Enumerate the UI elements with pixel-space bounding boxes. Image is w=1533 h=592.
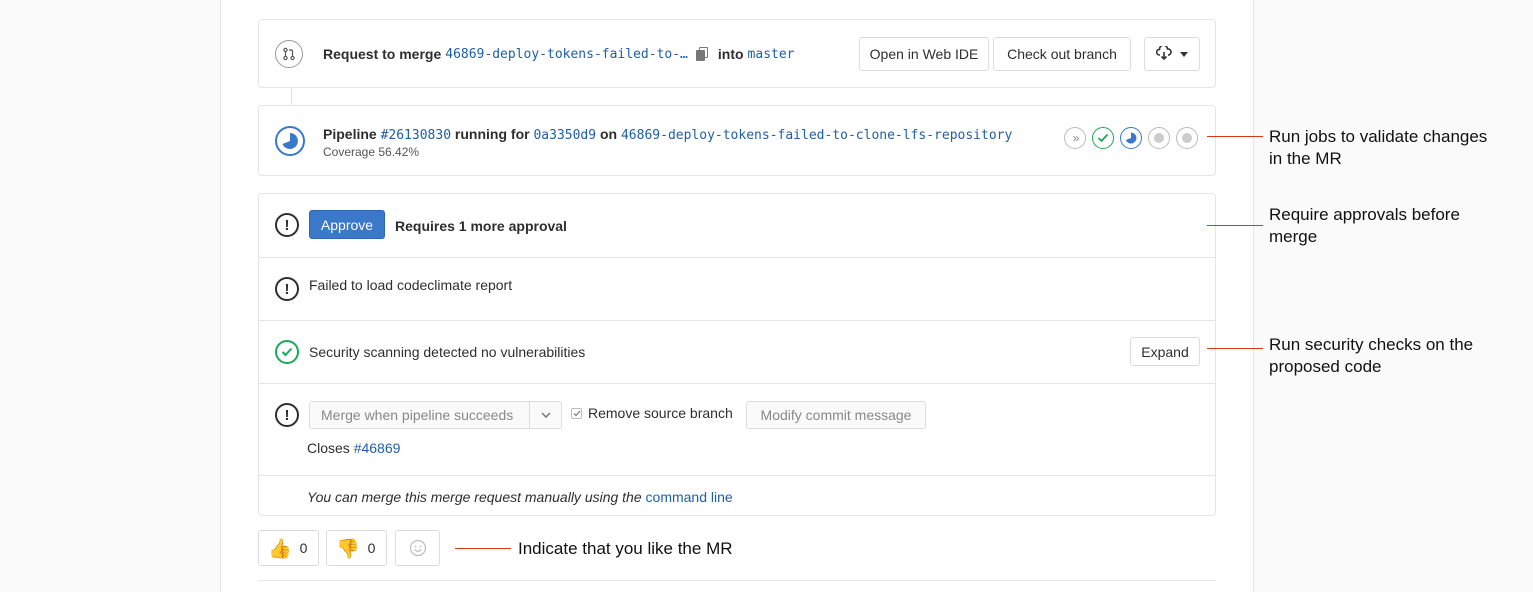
warning-icon: ! (275, 403, 299, 427)
merge-row: ! Merge when pipeline succeeds Remove so… (259, 383, 1215, 475)
thumbs-up-button[interactable]: 👍 0 (258, 530, 319, 566)
download-icon (1155, 43, 1172, 63)
annotation-line-approval (1207, 225, 1263, 226)
checkmark-icon (573, 410, 580, 417)
target-branch-link[interactable]: master (748, 47, 795, 62)
coverage-text: Coverage 56.42% (323, 145, 420, 159)
thumbs-down-icon: 👎 (336, 537, 360, 560)
thumbs-up-count: 0 (299, 540, 308, 556)
pipeline-branch-link[interactable]: 46869-deploy-tokens-failed-to-clone-lfs-… (621, 128, 1012, 143)
add-reaction-button[interactable] (395, 530, 440, 566)
stage-skipped-icon[interactable]: » (1064, 127, 1086, 149)
on-label: on (599, 126, 618, 142)
stage-running-icon[interactable] (1120, 127, 1142, 149)
thumbs-up-icon: 👍 (268, 537, 292, 560)
merge-dropdown-toggle[interactable] (529, 402, 561, 428)
bottom-divider (258, 580, 1216, 581)
pipeline-card: Pipeline #26130830 running for 0a3350d9 … (258, 105, 1216, 176)
approval-requirement-text: Requires 1 more approval (395, 218, 567, 234)
merge-button-label: Merge when pipeline succeeds (321, 407, 514, 423)
smiley-icon (409, 539, 426, 557)
pipeline-label: Pipeline (323, 126, 377, 142)
source-branch-link[interactable]: 46869-deploy-tokens-failed-to-… (445, 47, 688, 62)
annotation-security: Run security checks on the proposed code (1269, 335, 1474, 376)
annotation-reactions: Indicate that you like the MR (518, 539, 733, 558)
approval-row: ! Approve Requires 1 more approval (259, 194, 1215, 257)
annotation-line-reactions (455, 548, 511, 549)
approve-button[interactable]: Approve (309, 210, 385, 239)
stage-passed-icon[interactable] (1092, 127, 1114, 149)
stage-created-icon[interactable] (1148, 127, 1170, 149)
success-check-icon (275, 340, 299, 364)
mr-widget-card: ! Approve Requires 1 more approval ! Fai… (258, 193, 1216, 516)
security-row: Security scanning detected no vulnerabil… (259, 320, 1215, 383)
connector-line (291, 88, 292, 105)
annotation-pipeline: Run jobs to validate changes in the MR (1269, 127, 1488, 168)
pipeline-stages: » (1064, 126, 1204, 150)
command-line-link[interactable]: command line (646, 489, 733, 505)
annotation-line-pipeline (1207, 136, 1263, 137)
modify-commit-message-button[interactable]: Modify commit message (746, 401, 926, 429)
manual-merge-row: You can merge this merge request manuall… (259, 475, 1215, 516)
commit-sha-link[interactable]: 0a3350d9 (533, 128, 596, 143)
codeclimate-text: Failed to load codeclimate report (309, 277, 513, 293)
manual-merge-text: You can merge this merge request manuall… (307, 489, 733, 505)
stage-created-icon[interactable] (1176, 127, 1198, 149)
annotation-line-security (1207, 348, 1263, 349)
expand-button[interactable]: Expand (1130, 337, 1200, 366)
warning-icon: ! (275, 213, 299, 237)
chevron-down-icon (540, 412, 551, 418)
remove-source-branch-checkbox[interactable] (571, 408, 582, 419)
codeclimate-row: ! Failed to load codeclimate report (259, 257, 1215, 320)
remove-source-branch-label[interactable]: Remove source branch (588, 405, 733, 421)
thumbs-down-count: 0 (367, 540, 376, 556)
merge-when-pipeline-succeeds-button[interactable]: Merge when pipeline succeeds (309, 401, 562, 429)
annotation-approval: Require approvals before merge (1269, 205, 1460, 246)
thumbs-down-button[interactable]: 👎 0 (326, 530, 387, 566)
closes-issue: Closes #46869 (307, 440, 401, 456)
chevron-down-icon (1180, 51, 1188, 57)
merge-request-header: Request to merge 46869-deploy-tokens-fai… (258, 19, 1216, 88)
download-dropdown-button[interactable] (1144, 37, 1200, 71)
warning-icon: ! (275, 277, 299, 301)
request-to-merge-label: Request to merge (323, 46, 442, 62)
merge-request-icon (275, 40, 303, 68)
issue-link[interactable]: #46869 (354, 440, 401, 456)
pipeline-running-icon (275, 126, 305, 156)
open-web-ide-button[interactable]: Open in Web IDE (859, 37, 989, 71)
pipeline-status-text: running for (454, 126, 530, 142)
copy-branch-icon[interactable] (695, 47, 708, 61)
security-text: Security scanning detected no vulnerabil… (309, 344, 586, 360)
into-label: into (717, 46, 744, 62)
pipeline-id-link[interactable]: #26130830 (381, 128, 451, 143)
check-out-branch-button[interactable]: Check out branch (993, 37, 1131, 71)
